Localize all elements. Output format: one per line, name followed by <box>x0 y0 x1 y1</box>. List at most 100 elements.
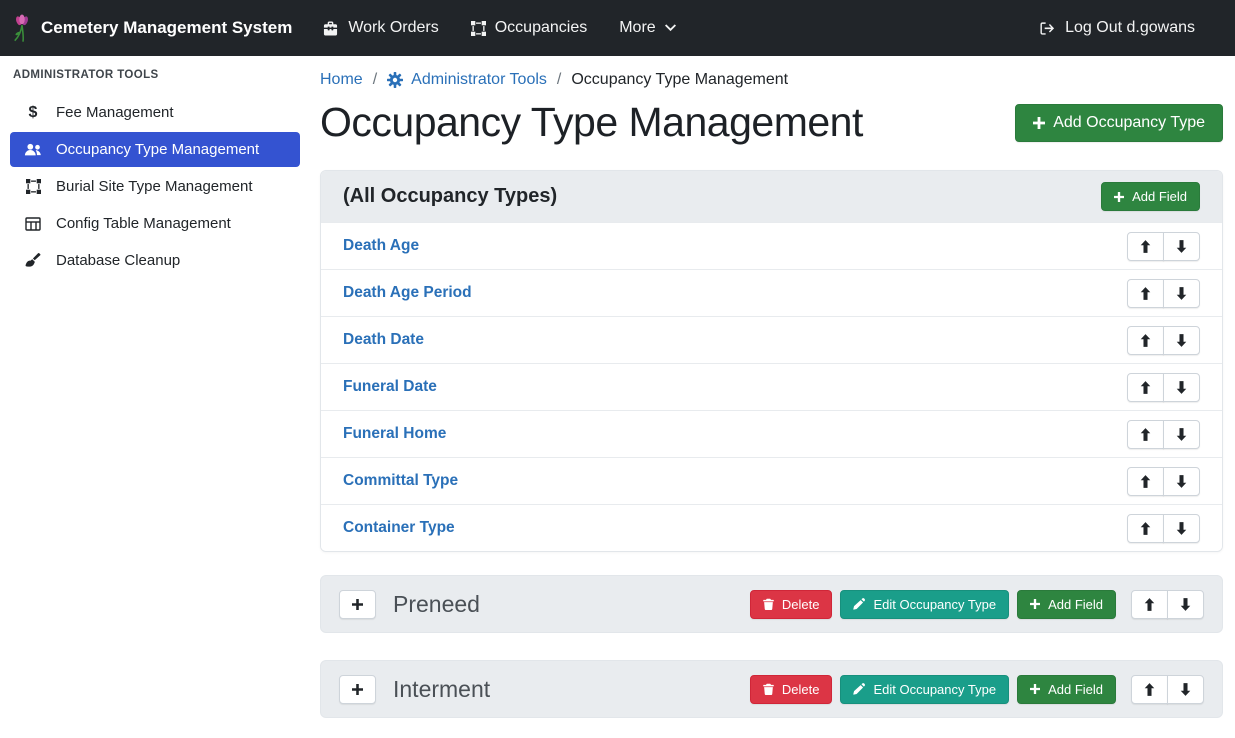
move-up-button[interactable] <box>1127 232 1164 261</box>
button-label: Add Occupancy Type <box>1053 114 1205 132</box>
occupancy-type-panel-interment: Interment Delete Edit Occupancy Type <box>320 660 1223 718</box>
move-up-button[interactable] <box>1127 420 1164 449</box>
arrow-up-icon <box>1144 683 1155 696</box>
page-title: Occupancy Type Management <box>320 99 863 146</box>
sidebar-item-database-cleanup[interactable]: Database Cleanup <box>10 243 300 278</box>
move-down-button[interactable] <box>1163 232 1200 261</box>
move-down-button[interactable] <box>1167 590 1204 619</box>
field-link[interactable]: Death Age Period <box>343 284 472 302</box>
delete-button[interactable]: Delete <box>750 590 833 619</box>
breadcrumb-home-link[interactable]: Home <box>320 71 363 89</box>
sidebar-item-config-table-management[interactable]: Config Table Management <box>10 206 300 241</box>
delete-button[interactable]: Delete <box>750 675 833 704</box>
button-label: Add Field <box>1132 189 1187 204</box>
add-occupancy-type-button[interactable]: Add Occupancy Type <box>1015 104 1223 142</box>
main-content: Home / <box>310 56 1235 738</box>
occupancy-type-name: Interment <box>393 676 490 703</box>
expand-button[interactable] <box>339 590 376 619</box>
work-orders-icon <box>322 21 339 36</box>
expand-button[interactable] <box>339 675 376 704</box>
move-up-button[interactable] <box>1127 279 1164 308</box>
sidebar-heading: ADMINISTRATOR TOOLS <box>0 69 310 93</box>
gear-icon <box>387 72 403 88</box>
move-down-button[interactable] <box>1163 514 1200 543</box>
field-link[interactable]: Death Date <box>343 331 424 349</box>
arrow-up-icon <box>1140 381 1151 394</box>
field-link[interactable]: Death Age <box>343 237 419 255</box>
move-down-button[interactable] <box>1163 373 1200 402</box>
top-navbar: Cemetery Management System Work Orders <box>0 0 1235 56</box>
panel-actions: Delete Edit Occupancy Type Add Field <box>750 675 1204 704</box>
move-up-button[interactable] <box>1127 467 1164 496</box>
move-up-button[interactable] <box>1127 326 1164 355</box>
plus-icon <box>352 599 363 610</box>
move-up-button[interactable] <box>1127 514 1164 543</box>
add-field-button[interactable]: Add Field <box>1017 590 1116 619</box>
move-up-button[interactable] <box>1131 675 1168 704</box>
arrow-down-icon <box>1176 428 1187 441</box>
arrow-down-icon <box>1180 683 1191 696</box>
sidebar-item-label: Occupancy Type Management <box>56 141 259 158</box>
brand[interactable]: Cemetery Management System <box>12 13 292 43</box>
field-row: Death Date <box>321 316 1222 363</box>
button-label: Delete <box>782 597 820 612</box>
button-label: Add Field <box>1048 682 1103 697</box>
field-link[interactable]: Funeral Date <box>343 378 437 396</box>
arrow-down-icon <box>1176 240 1187 253</box>
sidebar-item-label: Database Cleanup <box>56 252 180 269</box>
occupancies-icon <box>471 21 486 36</box>
logout-link[interactable]: Log Out d.gowans <box>1023 10 1211 46</box>
move-down-button[interactable] <box>1163 279 1200 308</box>
move-up-button[interactable] <box>1131 590 1168 619</box>
field-row: Death Age Period <box>321 269 1222 316</box>
arrow-down-icon <box>1176 475 1187 488</box>
field-link[interactable]: Committal Type <box>343 472 458 490</box>
pencil-icon <box>853 683 865 695</box>
arrow-up-icon <box>1144 598 1155 611</box>
move-down-button[interactable] <box>1163 467 1200 496</box>
button-label: Edit Occupancy Type <box>873 597 996 612</box>
edit-occupancy-type-button[interactable]: Edit Occupancy Type <box>840 675 1009 704</box>
breadcrumb-administrator-tools-link[interactable]: Administrator Tools <box>387 71 547 89</box>
move-down-button[interactable] <box>1167 675 1204 704</box>
all-occupancy-types-panel: (All Occupancy Types) Add Field Death Ag… <box>320 170 1223 552</box>
nav-work-orders[interactable]: Work Orders <box>306 10 454 46</box>
panel-actions: Delete Edit Occupancy Type Add Field <box>750 590 1204 619</box>
sidebar: ADMINISTRATOR TOOLS $ Fee Management Occ… <box>0 56 310 738</box>
trash-icon <box>763 598 774 610</box>
occupancy-type-name: Preneed <box>393 591 480 618</box>
field-link[interactable]: Funeral Home <box>343 425 446 443</box>
move-down-button[interactable] <box>1163 420 1200 449</box>
edit-occupancy-type-button[interactable]: Edit Occupancy Type <box>840 590 1009 619</box>
add-field-button[interactable]: Add Field <box>1101 182 1200 211</box>
sidebar-item-label: Fee Management <box>56 104 174 121</box>
navbar-right: Log Out d.gowans <box>1023 10 1211 46</box>
nav-occupancies[interactable]: Occupancies <box>455 10 604 46</box>
arrow-up-icon <box>1140 287 1151 300</box>
reorder-button-group <box>1127 420 1200 449</box>
sidebar-item-fee-management[interactable]: $ Fee Management <box>10 95 300 130</box>
breadcrumb-separator: / <box>557 71 561 89</box>
sidebar-item-burial-site-type-management[interactable]: Burial Site Type Management <box>10 169 300 204</box>
add-field-button[interactable]: Add Field <box>1017 675 1116 704</box>
field-link[interactable]: Container Type <box>343 519 455 537</box>
nav-label: Work Orders <box>348 19 438 37</box>
arrow-down-icon <box>1176 334 1187 347</box>
arrow-down-icon <box>1176 287 1187 300</box>
plus-icon <box>1030 684 1040 694</box>
breadcrumb-label: Administrator Tools <box>411 71 547 89</box>
field-row: Death Age <box>321 222 1222 269</box>
users-icon <box>23 142 43 157</box>
sidebar-item-occupancy-type-management[interactable]: Occupancy Type Management <box>10 132 300 167</box>
arrow-up-icon <box>1140 522 1151 535</box>
arrow-up-icon <box>1140 428 1151 441</box>
move-down-button[interactable] <box>1163 326 1200 355</box>
nav-more[interactable]: More <box>603 10 691 46</box>
dollar-icon: $ <box>23 105 43 121</box>
move-up-button[interactable] <box>1127 373 1164 402</box>
field-row: Funeral Date <box>321 363 1222 410</box>
reorder-button-group <box>1127 373 1200 402</box>
page-head: Occupancy Type Management Add Occupancy … <box>320 99 1223 146</box>
app-root: Cemetery Management System Work Orders <box>0 0 1235 738</box>
button-label: Delete <box>782 682 820 697</box>
